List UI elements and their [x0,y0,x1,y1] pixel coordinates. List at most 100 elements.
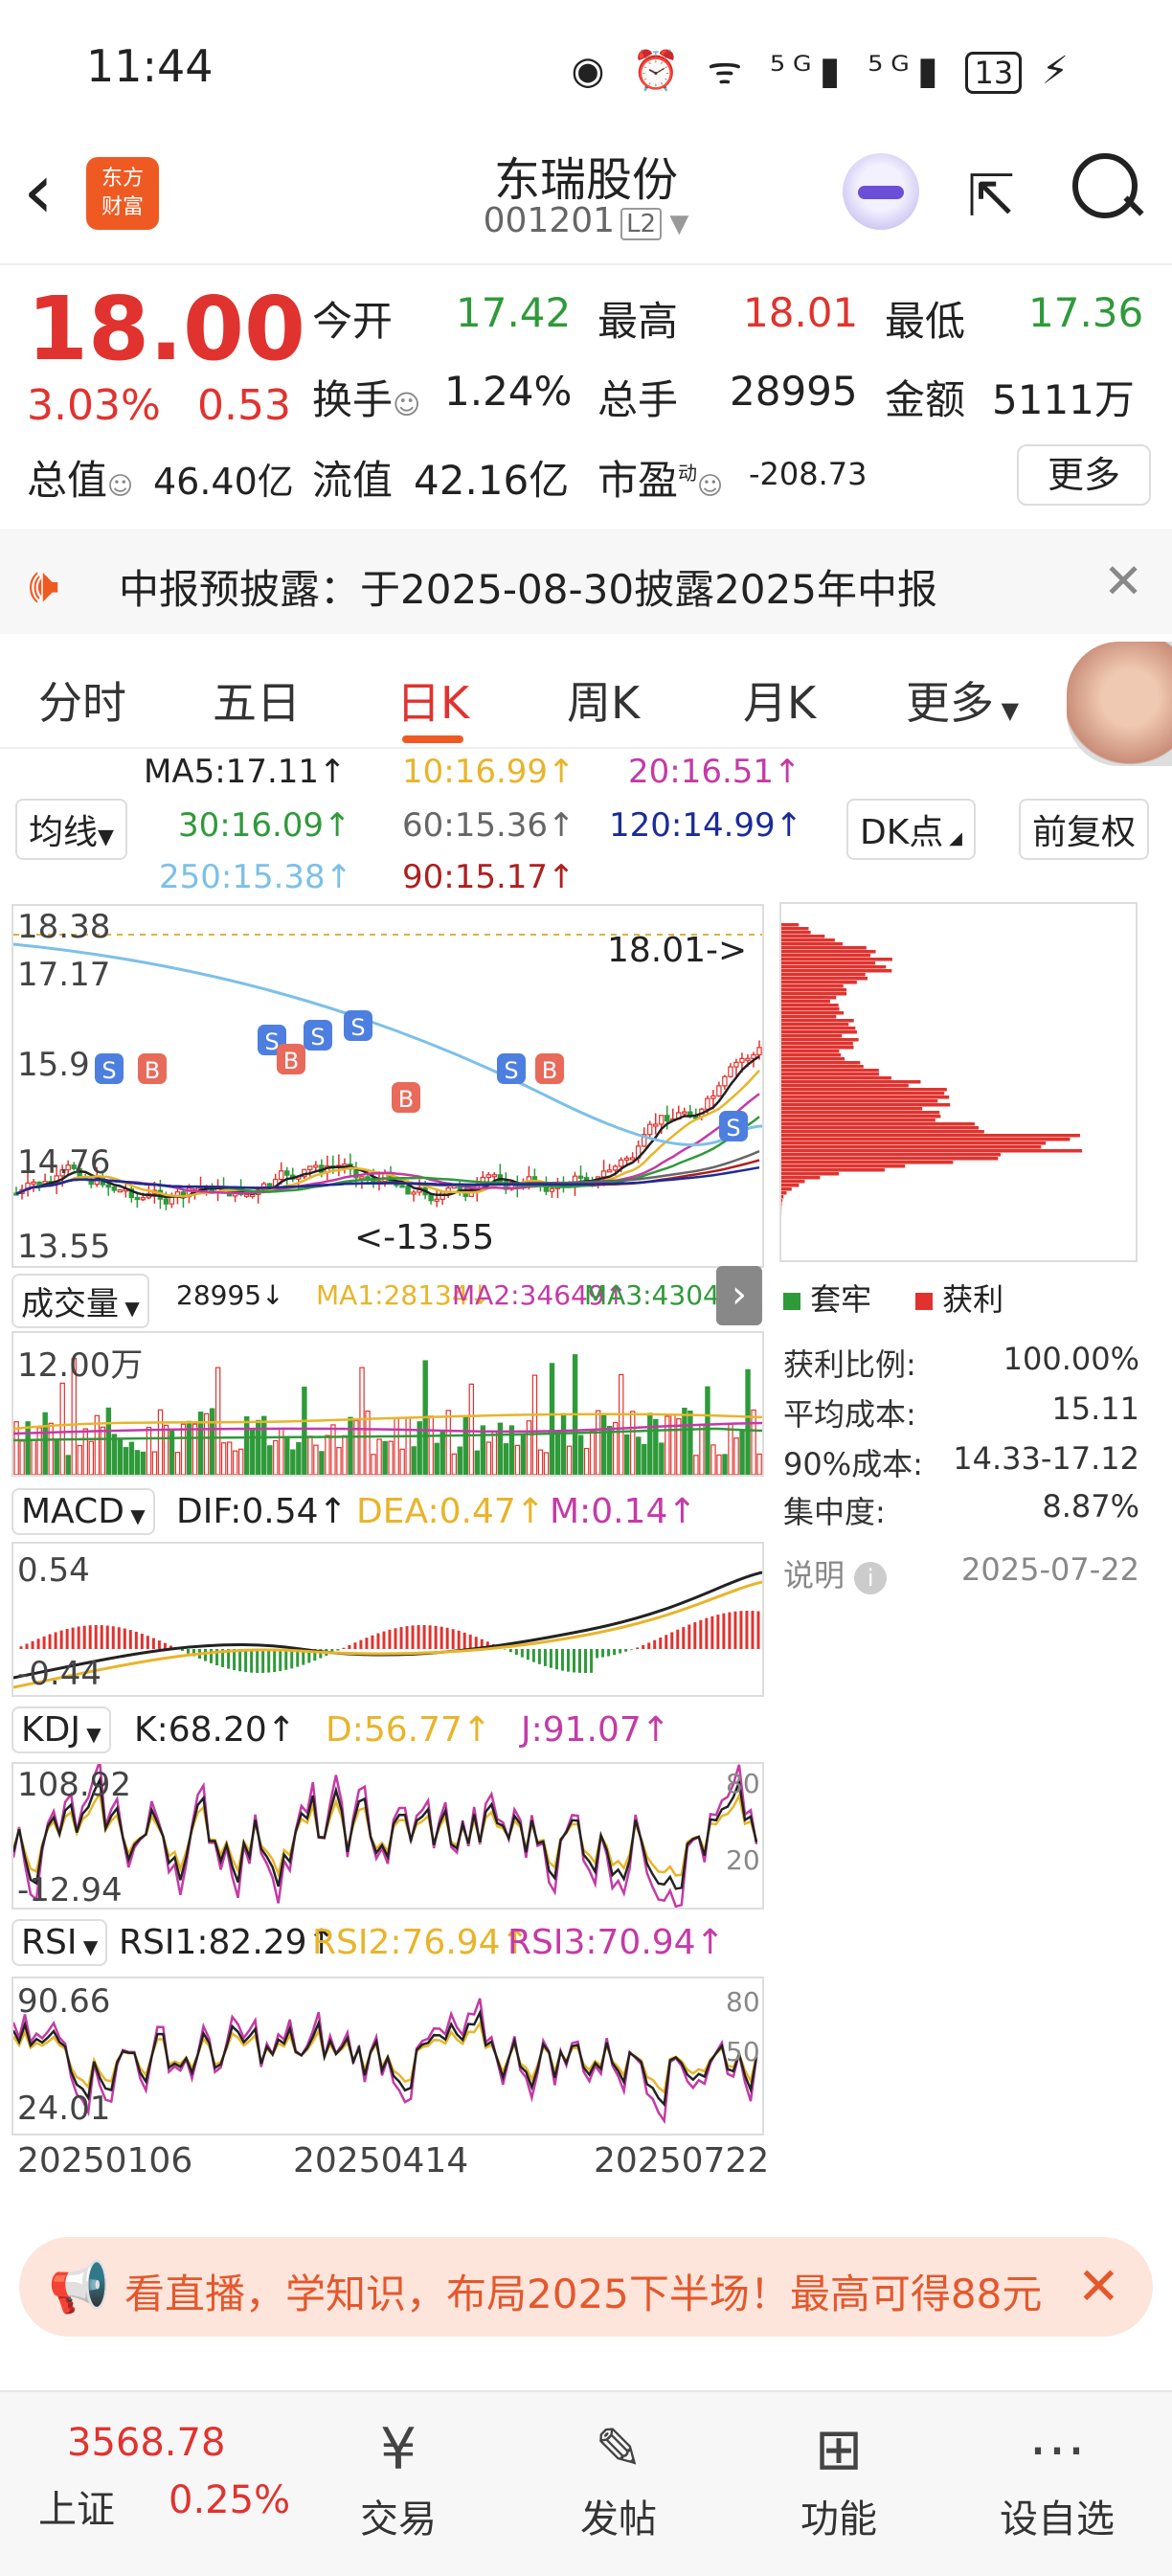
chip-bar [781,1122,975,1126]
kdj-k: K:68.20↑ [134,1710,296,1750]
volume-bar [406,1417,410,1475]
volume-bar [389,1441,393,1475]
volume-value: 28995 [730,368,858,415]
adjust-button[interactable]: 前复权 [1019,799,1149,860]
signal-badge-text: B [398,1086,414,1113]
volume-bar [711,1445,715,1475]
volume-bar [412,1447,416,1475]
nav-trade[interactable]: ¥ 交易 [322,2411,475,2543]
stock-code: 001201 [484,201,615,240]
info-icon[interactable]: ☺ [107,472,133,501]
volume-bar [637,1437,641,1475]
rsi-line-1 [13,2013,756,2105]
info-icon[interactable]: ☺ [393,389,420,420]
share-icon[interactable]: ⇱ [967,163,1015,230]
volume-bar [181,1424,185,1475]
volume-bar [532,1375,536,1475]
nav-post-label: 发帖 [542,2488,695,2543]
chip-bar [781,927,808,931]
tab-more[interactable]: 更多 ▼ [906,668,1019,732]
open-value: 17.42 [456,289,571,336]
volume-bar [175,1453,179,1475]
candle-body [32,1182,35,1184]
chip-bar [781,1099,937,1103]
tab-monthly-k[interactable]: 月K [743,668,816,732]
nav-post[interactable]: ✎ 发帖 [542,2411,695,2543]
volume-bar [660,1443,664,1475]
candle-body [578,1176,582,1178]
chip-stat-label: 集中度: [783,1488,886,1532]
nav-trade-label: 交易 [322,2488,475,2543]
pe-label-text: 市盈 [597,457,678,504]
tab-weekly-k[interactable]: 周K [567,668,640,732]
volume-bar [591,1431,595,1475]
speaker-icon: 🕪 [29,557,59,614]
nav-functions[interactable]: ⊞ 功能 [762,2411,915,2543]
close-icon[interactable]: ✕ [1103,554,1143,609]
kline-axis-4: 14.76 [17,1143,110,1182]
kdj-ref-80: 80 [726,1768,760,1799]
notice-text: 中报预披露：于2025-08-30披露2025年中报 [119,557,937,616]
chip-bar [781,961,875,965]
notice-bar[interactable]: 🕪 中报预披露：于2025-08-30披露2025年中报 ✕ [0,529,1172,634]
index-change[interactable]: 0.25% [169,2478,290,2522]
legend-trap: 套牢 [783,1276,871,1320]
avatar[interactable] [1067,642,1172,766]
index-name[interactable]: 上证 [38,2478,115,2534]
tab-5day[interactable]: 五日 [213,668,301,732]
rsi-chart[interactable]: 90.66 24.01 80 50 [11,1977,764,2135]
volume-bar [37,1428,41,1475]
kdj-chart[interactable]: 108.92 -12.94 80 20 [11,1762,764,1909]
close-icon[interactable]: ✕ [1077,2256,1120,2316]
kline-chart[interactable]: SBSBSSSBBS 18.38 17.17 15.9 14.76 13.55 … [11,904,764,1268]
chip-bar [781,1000,830,1004]
nav-add-watchlist[interactable]: ⋯ 设自选 [980,2411,1134,2543]
volume-bar [706,1387,710,1475]
more-quote-button[interactable]: 更多 [1017,444,1151,506]
promo-banner[interactable]: 📢 看直播，学知识，布局2025下半场！最高可得88元 ✕ [19,2237,1153,2337]
volume-bar [164,1425,168,1475]
chip-bar [781,1107,922,1111]
macd-dropdown[interactable]: MACD ▼ [11,1488,155,1535]
volume-chart[interactable]: 12.00万 [11,1331,764,1477]
index-value[interactable]: 3568.78 [67,2421,225,2465]
chip-distribution[interactable] [779,902,1138,1262]
kdj-axis-bottom: -12.94 [17,1871,123,1909]
chip-bar [781,1134,1080,1138]
promo-text: 看直播，学知识，布局2025下半场！最高可得88元 [124,2262,1072,2320]
volume-bar [446,1411,450,1475]
assistant-robot-icon[interactable] [843,153,919,230]
volume-bar [366,1412,370,1475]
caret-down-icon: ▼ [994,697,1019,724]
volume-bar [101,1427,104,1475]
tab-daily-k[interactable]: 日K [396,668,469,732]
ma-type-dropdown[interactable]: 均线▼ [15,799,127,860]
search-icon[interactable] [1072,153,1138,218]
kdj-j: J:91.07↑ [521,1710,670,1750]
volume-bar [723,1455,727,1475]
expand-panel-button[interactable]: › [716,1266,762,1325]
amount-value: 5111万 [992,368,1135,426]
candle-body [550,1188,553,1191]
level2-badge: L2 [620,208,662,240]
volume-dropdown[interactable]: 成交量 ▼ [11,1274,149,1328]
dk-point-button[interactable]: DK点 ◢ [846,799,976,860]
chip-bar [781,1050,839,1053]
volume-bar [141,1452,145,1475]
volume-bar [521,1435,525,1475]
date-start: 20250106 [17,2141,192,2181]
macd-chart[interactable]: 0.54 -0.44 [11,1542,764,1697]
kdj-dropdown[interactable]: KDJ ▼ [11,1706,111,1753]
volume-bar [561,1413,565,1475]
rsi-dropdown[interactable]: RSI ▼ [11,1919,107,1966]
info-icon[interactable]: ☺ [697,472,723,501]
grid-icon: ⊞ [762,2411,915,2488]
candle-body [268,1184,272,1186]
chip-bar [781,996,836,1000]
chip-note[interactable]: 说明 i [783,1551,887,1595]
chip-bar [781,969,891,973]
pe-sup: 动 [678,462,697,485]
tab-intraday[interactable]: 分时 [38,668,126,732]
candle-body [492,1175,496,1177]
chip-stat-value: 100.00% [1003,1341,1139,1377]
